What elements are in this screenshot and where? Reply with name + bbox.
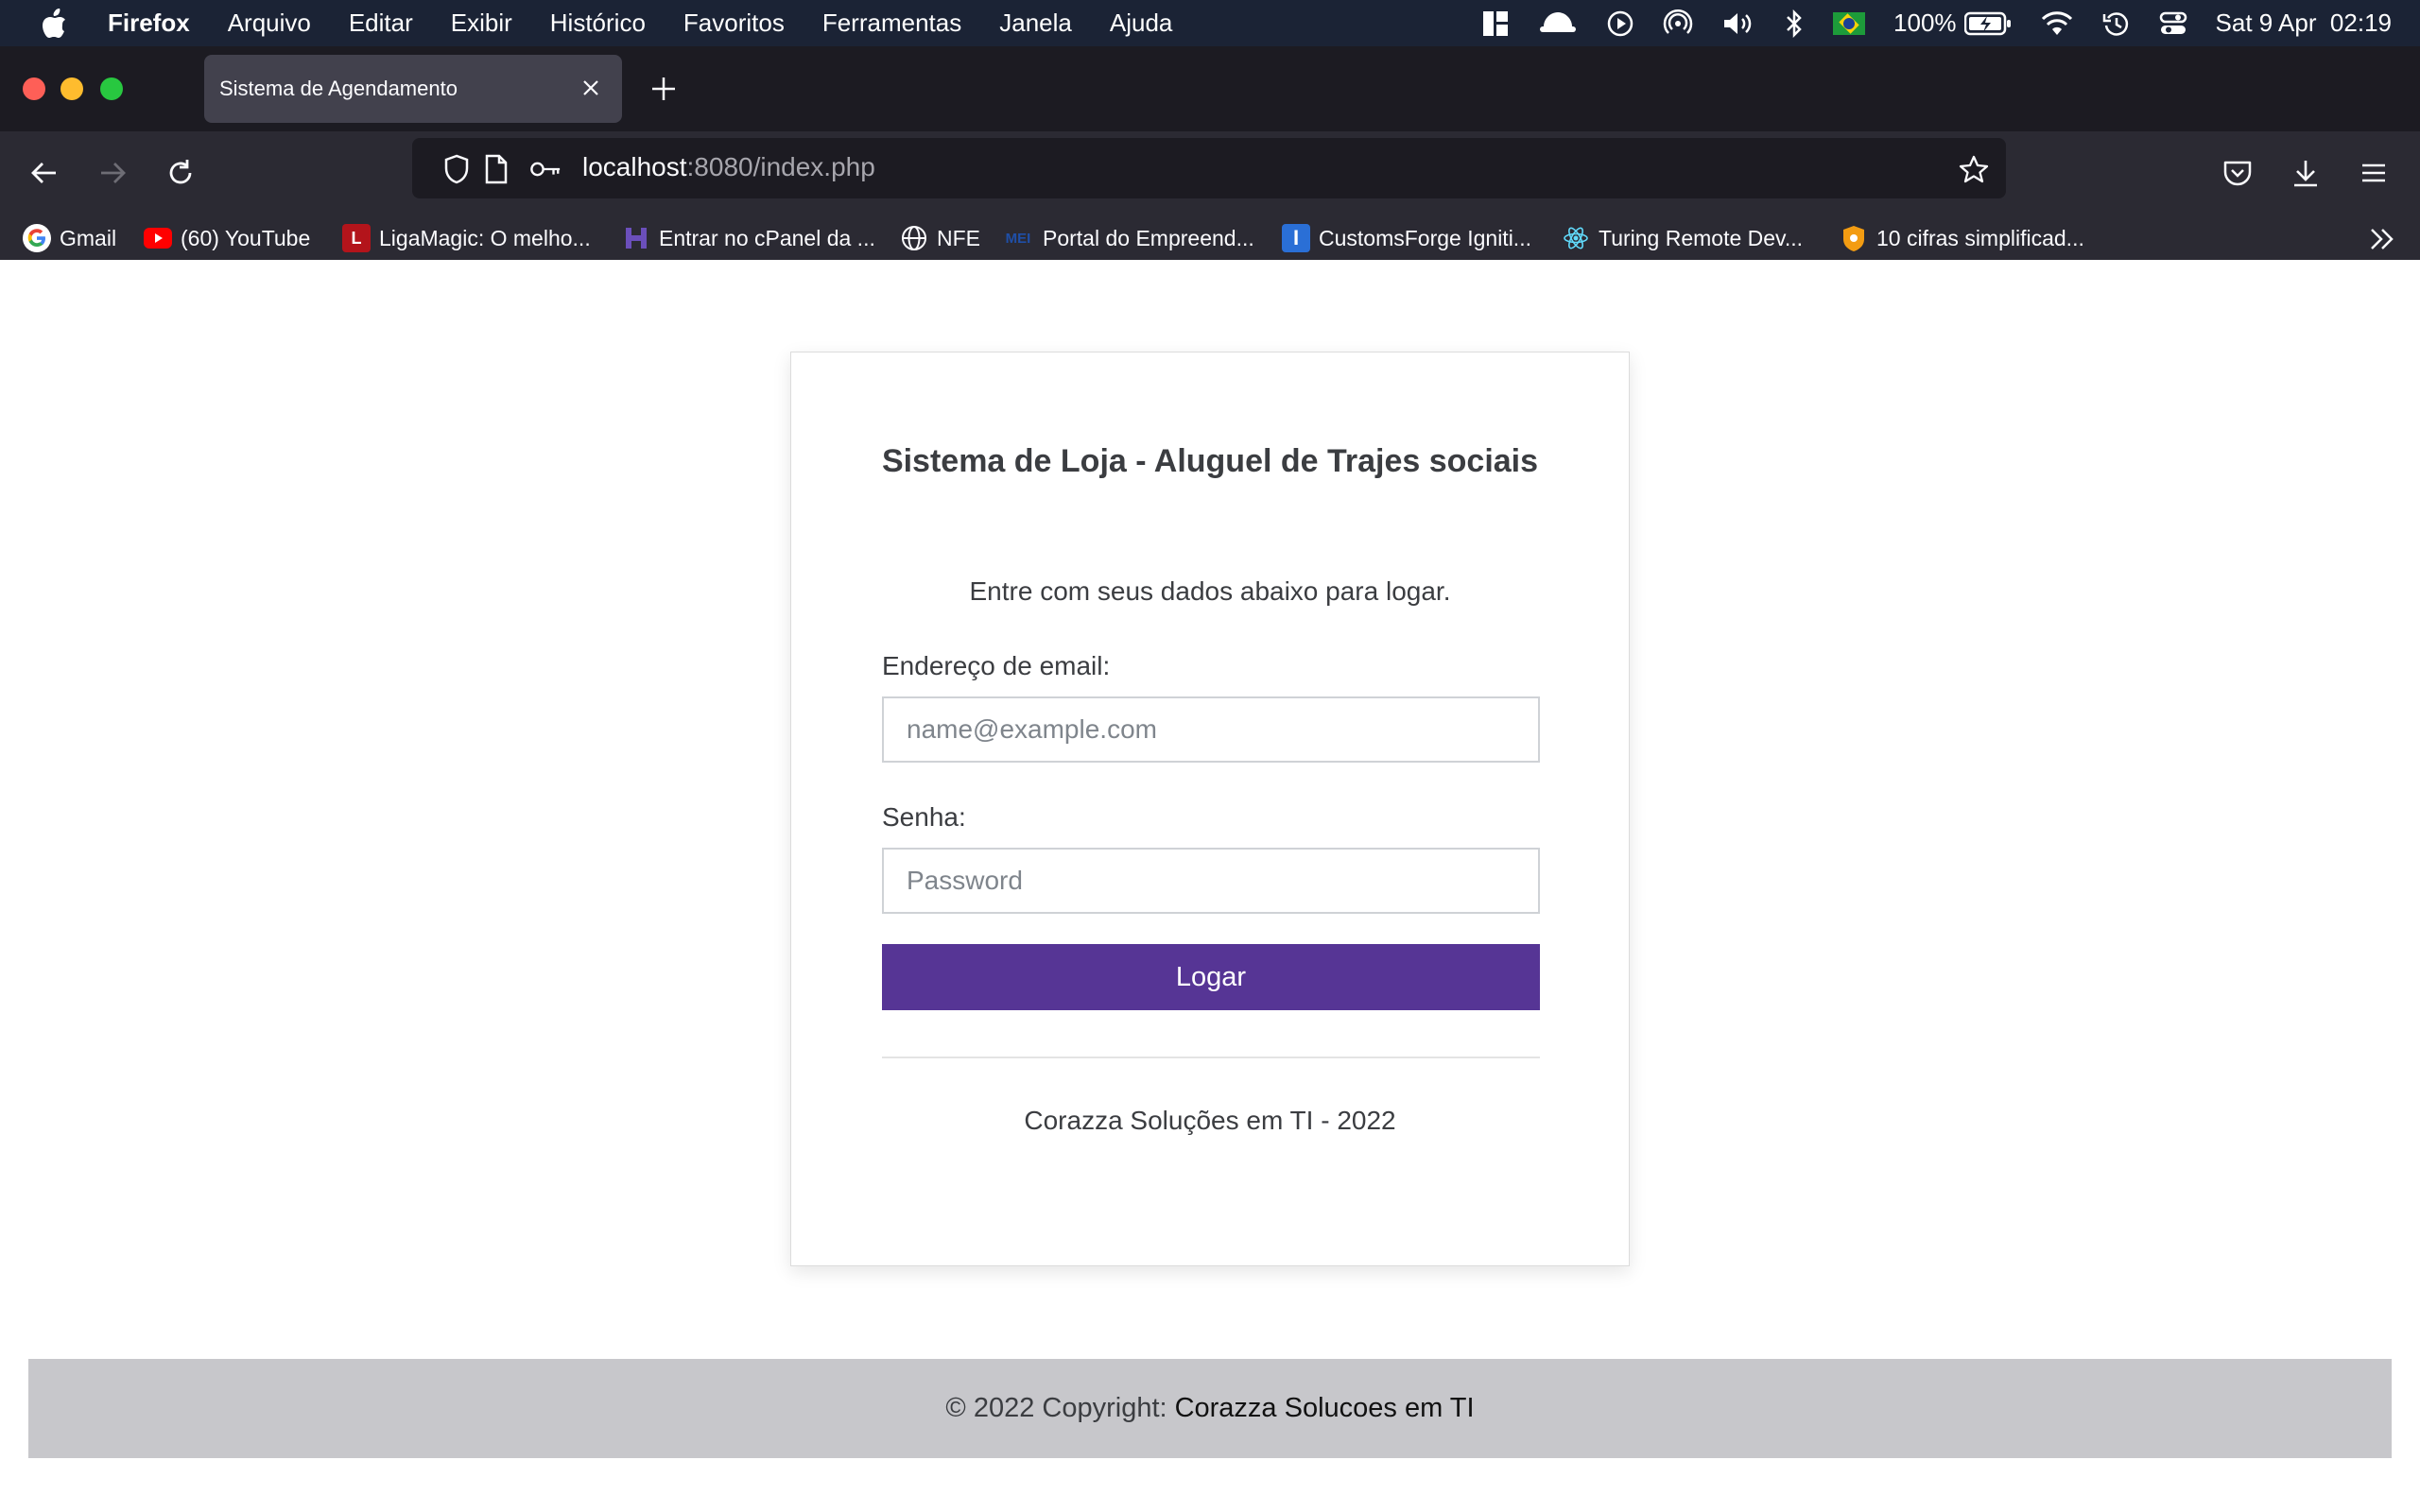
- address-bar[interactable]: localhost:8080/index.php: [412, 138, 2006, 198]
- login-subtitle: Entre com seus dados abaixo para logar.: [969, 576, 1451, 606]
- window-close-button[interactable]: [23, 77, 45, 100]
- menu-arquivo[interactable]: Arquivo: [228, 9, 311, 38]
- window-zoom-button[interactable]: [100, 77, 123, 100]
- hostgator-icon: [622, 224, 650, 252]
- menu-favoritos[interactable]: Favoritos: [683, 9, 785, 38]
- new-tab-button[interactable]: [645, 70, 683, 108]
- bookmark-cifras[interactable]: 10 cifras simplificad...: [1840, 220, 2084, 256]
- status-area: 100% Sat 9 Apr 02:19: [1453, 0, 2392, 46]
- control-center-icon[interactable]: [2159, 9, 2187, 38]
- card-footer-text: Corazza Soluções em TI - 2022: [1024, 1106, 1396, 1135]
- airdrop-icon[interactable]: [1663, 9, 1693, 39]
- saved-password-key-icon[interactable]: [529, 153, 562, 185]
- bookmark-label: Gmail: [60, 225, 117, 250]
- google-icon: [23, 224, 51, 252]
- bookmark-nfe[interactable]: NFE: [900, 220, 980, 256]
- wifi-icon[interactable]: [2040, 10, 2074, 37]
- apple-menu-icon[interactable]: [34, 4, 74, 43]
- menubar-clock[interactable]: Sat 9 Apr 02:19: [2216, 9, 2392, 38]
- brazil-flag-icon[interactable]: [1833, 11, 1866, 35]
- bookmark-star-icon[interactable]: [1958, 153, 1990, 185]
- pocket-icon[interactable]: [2214, 149, 2261, 197]
- back-button[interactable]: [21, 149, 68, 197]
- close-tab-icon[interactable]: [577, 74, 605, 102]
- page-footer: © 2022 Copyright: Corazza Solucoes em TI: [28, 1359, 2392, 1458]
- url-path: :8080/index.php: [686, 152, 875, 181]
- incognito-icon[interactable]: [1538, 9, 1578, 38]
- bookmark-label: (60) YouTube: [181, 225, 311, 250]
- battery-percent: 100%: [1893, 9, 1957, 37]
- menu-exibir[interactable]: Exibir: [451, 9, 512, 38]
- ligamagic-icon: L: [342, 224, 371, 252]
- bookmark-cpanel[interactable]: Entrar no cPanel da ...: [622, 220, 875, 256]
- cifras-icon: [1840, 224, 1868, 252]
- web-page: Sistema de Loja - Aluguel de Trajes soci…: [0, 260, 2420, 1512]
- login-card: Sistema de Loja - Aluguel de Trajes soci…: [790, 352, 1630, 1266]
- bookmark-label: CustomsForge Igniti...: [1319, 225, 1531, 250]
- login-button[interactable]: Logar: [882, 944, 1540, 1010]
- menu-app-name[interactable]: Firefox: [108, 9, 190, 38]
- bookmark-label: Portal do Empreend...: [1043, 225, 1254, 250]
- footer-company-link[interactable]: Corazza Solucoes em TI: [1175, 1393, 1475, 1424]
- downloads-icon[interactable]: [2282, 149, 2329, 197]
- menu-ajuda[interactable]: Ajuda: [1110, 9, 1173, 38]
- bookmark-youtube[interactable]: (60) YouTube: [144, 220, 310, 256]
- password-field[interactable]: [882, 848, 1540, 914]
- login-title: Sistema de Loja - Aluguel de Trajes soci…: [881, 443, 1539, 479]
- tracking-protection-shield-icon[interactable]: [441, 153, 473, 185]
- youtube-icon: [144, 224, 172, 252]
- time-machine-icon[interactable]: [2102, 9, 2131, 38]
- react-icon: [1562, 224, 1590, 252]
- window-layout-icon[interactable]: [1481, 9, 1510, 38]
- customsforge-icon: I: [1282, 224, 1310, 252]
- bookmark-gmail[interactable]: Gmail: [23, 220, 116, 256]
- bookmark-portal-empreendedor[interactable]: MEI Portal do Empreend...: [1002, 220, 1254, 256]
- email-field[interactable]: [882, 696, 1540, 763]
- bookmark-label: Turing Remote Dev...: [1599, 225, 1804, 250]
- media-play-icon[interactable]: [1606, 9, 1634, 38]
- page-info-icon[interactable]: [480, 153, 512, 185]
- url-host: localhost: [582, 152, 687, 181]
- bookmark-label: 10 cifras simplificad...: [1876, 225, 2084, 250]
- card-divider: [882, 1057, 1540, 1058]
- password-label: Senha:: [882, 802, 966, 832]
- browser-tab-active[interactable]: Sistema de Agendamento: [204, 55, 622, 123]
- menu-ferramentas[interactable]: Ferramentas: [822, 9, 961, 38]
- bookmark-label: LigaMagic: O melho...: [379, 225, 591, 250]
- menu-editar[interactable]: Editar: [349, 9, 413, 38]
- window-minimize-button[interactable]: [60, 77, 83, 100]
- url-text[interactable]: localhost:8080/index.php: [582, 152, 875, 182]
- mei-icon: MEI: [1005, 230, 1031, 247]
- bookmark-label: NFE: [937, 225, 980, 250]
- bookmark-label: Entrar no cPanel da ...: [659, 225, 875, 250]
- tab-title: Sistema de Agendamento: [219, 77, 458, 100]
- email-label: Endereço de email:: [882, 651, 1111, 680]
- bookmarks-overflow-chevron-icon[interactable]: [2365, 222, 2399, 256]
- volume-icon[interactable]: [1721, 9, 1755, 38]
- menu-historico[interactable]: Histórico: [550, 9, 646, 38]
- bluetooth-icon[interactable]: [1784, 9, 1805, 38]
- globe-icon: [900, 224, 928, 252]
- battery-status[interactable]: 100%: [1893, 9, 2012, 38]
- bookmark-ligamagic[interactable]: L LigaMagic: O melho...: [342, 220, 591, 256]
- footer-copyright: © 2022 Copyright:: [945, 1393, 1167, 1423]
- reload-button[interactable]: [157, 149, 204, 197]
- menu-janela[interactable]: Janela: [999, 9, 1072, 38]
- bookmarks-toolbar: Gmail (60) YouTube L LigaMagic: O melho.…: [0, 216, 2420, 260]
- macos-menu-bar: Firefox Arquivo Editar Exibir Histórico …: [0, 0, 2420, 46]
- bookmark-customsforge[interactable]: I CustomsForge Igniti...: [1282, 220, 1531, 256]
- battery-icon: [1963, 11, 2011, 35]
- forward-button[interactable]: [89, 149, 136, 197]
- app-menu-hamburger-icon[interactable]: [2350, 149, 2397, 197]
- bookmark-turing[interactable]: Turing Remote Dev...: [1562, 220, 1803, 256]
